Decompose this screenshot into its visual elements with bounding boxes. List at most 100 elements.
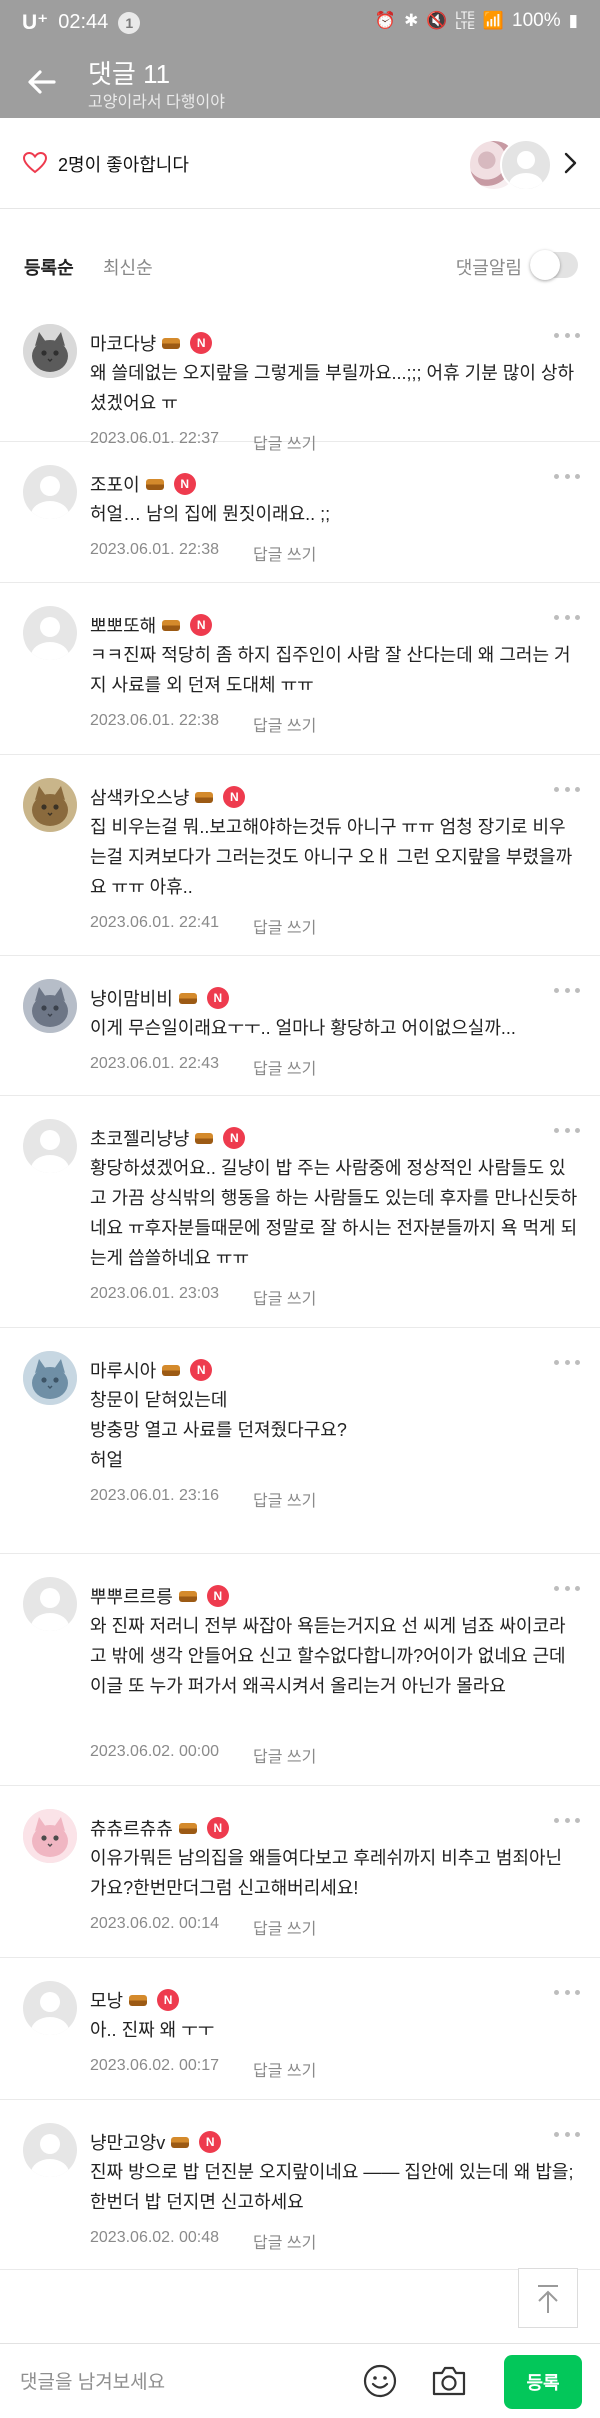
member-level-icon [162,619,181,631]
comment-author[interactable]: 냥만고양v [90,2129,165,2155]
more-options-icon[interactable] [554,1357,580,1367]
likes-bar[interactable]: 2명이 좋아합니다 [0,118,600,209]
comment-text: ㅋㅋ진짜 적당히 좀 하지 집주인이 사람 잘 산다는데 왜 그러는 거지 사료… [90,645,571,695]
comment-date: 2023.06.02. 00:48 [90,2229,220,2246]
more-options-icon[interactable] [554,784,580,794]
avatar[interactable] [23,2123,77,2177]
more-options-icon[interactable] [554,1815,580,1825]
avatar[interactable] [23,1119,77,1173]
lte-icon: LTE LTE [455,10,475,32]
comment-text: 아.. 진짜 왜 ㅜㅜ [90,2020,215,2040]
reply-link[interactable]: 답글 쓰기 [253,1915,316,1939]
comment-text: 황당하셨겠어요.. 길냥이 밥 주는 사람중에 정상적인 사람들도 있고 가끔 … [90,1158,578,1268]
scroll-to-top-button[interactable] [518,2268,578,2328]
comment-meta: 2023.06.01. 23:16 답글 쓰기 [90,1487,316,1511]
more-options-icon[interactable] [554,1583,580,1593]
arrow-up-icon [538,2285,558,2313]
comment-author[interactable]: 마코다냥 [90,330,156,356]
more-options-icon[interactable] [554,471,580,481]
page-subtitle: 고양이라서 다행이야 [88,94,225,111]
mute-icon: 🔇 [426,11,448,30]
comment-author[interactable]: 초코젤리냥냥 [90,1125,189,1151]
camera-icon[interactable] [430,2363,468,2399]
avatar[interactable] [23,606,77,660]
tab-oldest[interactable]: 등록순 [24,254,74,280]
comment-date: 2023.06.01. 22:38 [90,541,220,558]
new-badge: N [173,473,196,495]
comment-alert-label: 댓글알림 [455,258,522,278]
comment-author[interactable]: 모낭 [90,1987,123,2013]
comment-meta: 2023.06.01. 22:38 답글 쓰기 [90,541,316,565]
member-level-icon [162,1364,181,1376]
tab-newest[interactable]: 최신순 [103,254,153,280]
comment-author[interactable]: 뿌뿌르르릉 [90,1583,173,1609]
avatar[interactable] [23,1577,77,1631]
more-options-icon[interactable] [554,1987,580,1997]
emoji-icon[interactable] [362,2363,398,2399]
likes-count-text: 2명이 좋아합니다 [58,155,189,175]
comment-author-row: 초코젤리냥냥 N [90,1125,246,1151]
member-level-icon [129,1994,148,2006]
avatar[interactable] [23,1351,77,1405]
more-options-icon[interactable] [554,2129,580,2139]
comment-author[interactable]: 삼색카오스냥 [90,784,189,810]
more-options-icon[interactable] [554,985,580,995]
back-arrow-icon[interactable] [22,62,62,102]
comment-alert-toggle[interactable] [530,250,578,280]
comment-author[interactable]: 마루시아 [90,1357,156,1383]
avatar[interactable] [23,1809,77,1863]
comment-author-row: 츄츄르츄츄 N [90,1815,229,1841]
reply-link[interactable]: 답글 쓰기 [253,712,316,736]
comment-text: 집 비우는걸 뭐..보고해야하는것듀 아니구 ㅠㅠ 엄청 장기로 비우는걸 지켜… [90,817,573,897]
comment-text: 진짜 방으로 밥 던진분 오지랖이네요 —— 집안에 있는데 왜 밥을; 한번더… [90,2162,579,2212]
more-options-icon[interactable] [554,612,580,622]
new-badge: N [190,614,213,636]
comment-author[interactable]: 조포이 [90,471,140,497]
comment-author-row: 마루시아 N [90,1357,213,1383]
avatar[interactable] [23,1981,77,2035]
new-badge: N [199,2131,222,2153]
avatar[interactable] [23,979,77,1033]
reply-link[interactable]: 답글 쓰기 [253,1285,316,1309]
comment-text: 왜 쓸데없는 오지랖을 그렇게들 부릴까요...;;; 어휴 기분 많이 상하셨… [90,363,575,413]
new-badge: N [206,1817,229,1839]
reply-link[interactable]: 답글 쓰기 [253,1055,316,1079]
reply-link[interactable]: 답글 쓰기 [253,914,316,938]
comment-author[interactable]: 뽀뽀또해 [90,612,156,638]
comment-meta: 2023.06.02. 00:14 답글 쓰기 [90,1915,316,1939]
reply-link[interactable]: 답글 쓰기 [253,541,316,565]
new-badge: N [206,1585,229,1607]
comment-text: 이게 무슨일이래요ㅜㅜ.. 얼마나 황당하고 어이없으실까... [90,1018,516,1038]
comment-input[interactable] [18,2366,352,2400]
submit-button[interactable]: 등록 [504,2355,582,2409]
comment-author-row: 조포이 N [90,471,196,497]
comment-date: 2023.06.02. 00:00 [90,1743,220,1760]
comment-author[interactable]: 냥이맘비비 [90,985,173,1011]
chevron-right-icon[interactable] [558,149,582,177]
reply-link[interactable]: 답글 쓰기 [253,2229,316,2253]
more-options-icon[interactable] [554,1125,580,1135]
comment-item: 뽀뽀또해 N ㅋㅋ진짜 적당히 좀 하지 집주인이 사람 잘 산다는데 왜 그러는 … [0,582,600,755]
avatar[interactable] [23,324,77,378]
new-badge: N [190,1359,213,1381]
comment-author-row: 뿌뿌르르릉 N [90,1583,229,1609]
reply-link[interactable]: 답글 쓰기 [253,1487,316,1511]
battery-icon: ▮ [568,11,578,30]
status-time: 02:44 [58,11,109,33]
liker-avatars[interactable] [468,139,552,191]
comment-author[interactable]: 츄츄르츄츄 [90,1815,173,1841]
comment-meta: 2023.06.01. 22:38 답글 쓰기 [90,712,316,736]
member-level-icon [162,337,181,349]
reply-link[interactable]: 답글 쓰기 [253,2057,316,2081]
reply-link[interactable]: 답글 쓰기 [253,1743,316,1767]
comment-date: 2023.06.02. 00:17 [90,2057,220,2074]
comment-item: 츄츄르츄츄 N 이유가뭐든 남의집을 왜들여다보고 후레쉬까지 비추고 범죄아닌가요… [0,1785,600,1958]
avatar[interactable] [23,778,77,832]
heart-icon[interactable] [22,150,48,176]
comment-author-row: 냥이맘비비 N [90,985,229,1011]
more-options-icon[interactable] [554,330,580,340]
member-level-icon [195,1132,214,1144]
comment-date: 2023.06.01. 23:03 [90,1285,220,1302]
avatar[interactable] [23,465,77,519]
comment-item: 냥만고양v N 진짜 방으로 밥 던진분 오지랖이네요 —— 집안에 있는데 왜 밥… [0,2099,600,2270]
